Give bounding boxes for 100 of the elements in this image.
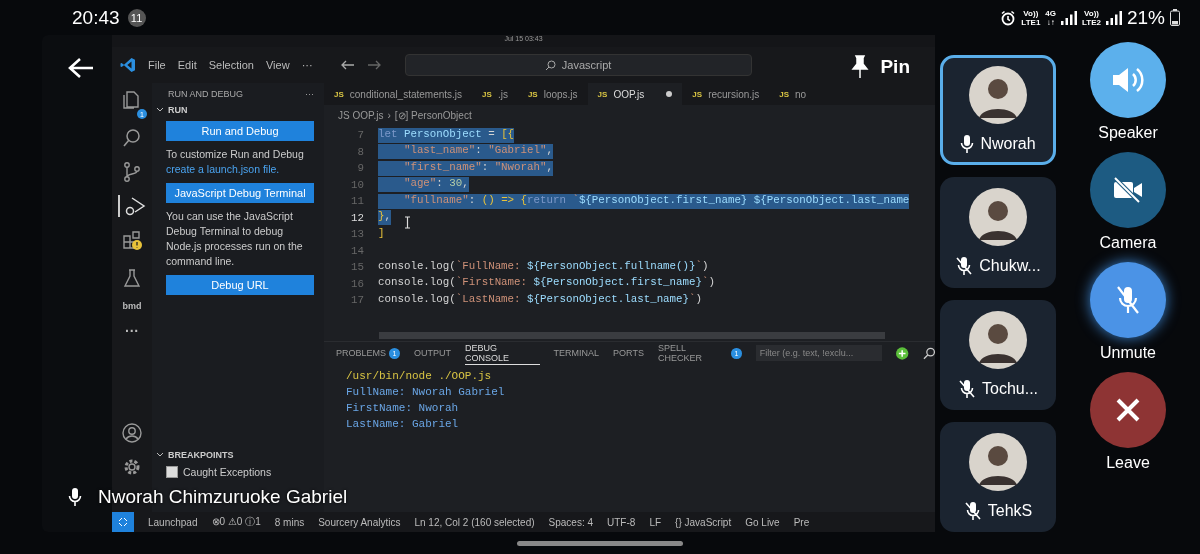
action-button[interactable]: JavaScript Debug Terminal xyxy=(166,183,314,203)
status-item[interactable]: ⊗0 ⚠0 ⓘ1 xyxy=(211,515,261,529)
panel-tab[interactable]: PORTS xyxy=(613,342,644,364)
status-item[interactable]: LF xyxy=(649,516,662,528)
breadcrumb-separator: › xyxy=(387,109,391,121)
flask-icon[interactable] xyxy=(121,267,143,289)
panel-tab[interactable]: DEBUG CONSOLE xyxy=(465,341,540,365)
file-tab[interactable]: JS OOP.js xyxy=(587,83,683,105)
menu-item[interactable]: File xyxy=(148,59,166,71)
menu-item[interactable]: View xyxy=(265,59,290,71)
status-item[interactable]: 8 mins xyxy=(274,516,305,528)
presenter-name: Nworah Chimzuruoke Gabriel xyxy=(98,486,348,508)
line-number: 10 xyxy=(350,178,365,191)
action-button[interactable]: Run and Debug xyxy=(166,121,314,141)
code-line: console.log(`FullName: ${PersonObject.fullname()}`) xyxy=(378,259,709,274)
status-item[interactable]: Launchpad xyxy=(148,516,198,528)
panel-tab[interactable]: TERMINAL xyxy=(553,342,600,364)
account-icon[interactable] xyxy=(121,422,143,444)
console-line: LastName: Gabriel xyxy=(346,417,460,432)
network-indicator: Vo)) LTE1 xyxy=(1021,8,1041,27)
breadcrumb-item[interactable]: JS OOP.js xyxy=(338,109,384,121)
help-text: To customize Run and Debug create a launch.json file. xyxy=(166,147,305,177)
status-item[interactable]: Go Live xyxy=(745,516,780,528)
participant-name: Nworah xyxy=(980,135,1036,154)
file-tab[interactable]: JS conditional_statements.js xyxy=(324,83,473,105)
signal-icon xyxy=(1061,10,1077,25)
participant-tile[interactable]: Tochu... xyxy=(940,299,1056,410)
file-tab[interactable]: JS loops.js xyxy=(517,83,588,105)
avatar-icon xyxy=(969,66,1027,125)
pin-button[interactable]: Pin xyxy=(850,55,910,79)
add-icon[interactable] xyxy=(896,346,909,360)
code-line: ] xyxy=(378,226,385,241)
editor-logo-icon xyxy=(120,57,136,73)
battery-icon xyxy=(1170,9,1180,26)
scrollbar[interactable] xyxy=(379,332,885,339)
participant-tile[interactable]: Chukw... xyxy=(940,177,1056,288)
status-item[interactable]: Ln 12, Col 2 (160 selected) xyxy=(414,516,535,528)
checkbox[interactable] xyxy=(166,466,178,478)
filter-field[interactable]: Filter (e.g. text, !exclu... xyxy=(755,345,883,361)
remote-icon[interactable] xyxy=(112,512,134,532)
alarm-icon xyxy=(1000,9,1017,26)
line-number: 12 xyxy=(350,211,365,224)
status-item[interactable]: Sourcery Analytics xyxy=(318,516,401,528)
line-number: 7 xyxy=(356,129,365,142)
back-arrow-icon[interactable] xyxy=(340,60,355,70)
code-line: console.log(`FirstName: ${PersonObject.first_name}`) xyxy=(378,276,715,291)
avatar-icon xyxy=(969,310,1027,369)
panel-tab[interactable]: OUTPUT xyxy=(414,342,451,364)
section-title[interactable]: BREAKPOINTS xyxy=(168,450,234,460)
menu-item[interactable]: Edit xyxy=(177,59,197,71)
status-item[interactable]: {} JavaScript xyxy=(675,516,732,528)
line-number: 9 xyxy=(356,162,365,175)
action-button[interactable]: Debug URL xyxy=(166,275,314,295)
avatar-icon xyxy=(969,188,1027,247)
chevron-icon[interactable] xyxy=(156,452,164,458)
search-icon[interactable] xyxy=(922,346,935,360)
status-item[interactable]: UTF-8 xyxy=(607,516,636,528)
status-item[interactable]: Spaces: 4 xyxy=(548,516,594,528)
breadcrumb-item[interactable]: [⊘] PersonObject xyxy=(394,109,472,121)
forward-arrow-icon[interactable] xyxy=(366,60,381,70)
console-line: FirstName: Nworah xyxy=(346,401,460,416)
control-label: Speaker xyxy=(1098,124,1158,142)
participant-tile[interactable]: TehkS xyxy=(940,421,1056,532)
file-tab[interactable]: JS .js xyxy=(472,83,518,105)
network-indicator: 4G ↓↑ xyxy=(1045,8,1056,27)
control-label: Camera xyxy=(1099,234,1157,252)
more-icon[interactable]: ··· xyxy=(125,323,139,339)
section-title[interactable]: RUN xyxy=(168,105,188,115)
file-tab[interactable]: JS no xyxy=(769,83,817,105)
battery-level: 21% xyxy=(1126,6,1165,29)
home-indicator[interactable] xyxy=(517,540,683,546)
create-launch-link[interactable]: create a launch.json file. xyxy=(166,163,280,175)
mic-button[interactable] xyxy=(1090,262,1166,338)
control-label: Leave xyxy=(1106,454,1150,472)
line-number: 16 xyxy=(350,277,365,290)
chevron-icon[interactable] xyxy=(156,107,164,113)
help-text: You can use the JavaScript Debug Terminal to debug Node.js processes run on the command line. xyxy=(166,209,304,269)
participant-name: TehkS xyxy=(987,501,1033,520)
menu-item[interactable]: ··· xyxy=(301,59,313,71)
signal-icon xyxy=(1105,10,1122,25)
participant-name: Tochu... xyxy=(982,379,1038,398)
speaker-icon xyxy=(1111,65,1145,95)
run-debug-icon[interactable] xyxy=(118,195,146,217)
line-number: 8 xyxy=(356,145,365,158)
code-line: console.log(`LastName: ${PersonObject.last_name}`) xyxy=(378,292,702,307)
line-number: 11 xyxy=(350,195,365,208)
search-icon[interactable] xyxy=(121,127,143,149)
line-number: 13 xyxy=(350,228,365,241)
avatar-icon xyxy=(969,432,1027,491)
text-cursor-icon xyxy=(404,216,411,229)
console-line: /usr/bin/node ./OOP.js xyxy=(346,369,493,384)
menu-item[interactable]: Selection xyxy=(208,59,254,71)
checkbox-label[interactable]: Caught Exceptions xyxy=(183,466,272,478)
command-search-field[interactable]: Javascript xyxy=(404,54,752,76)
participant-tile[interactable]: Nworah xyxy=(940,55,1056,166)
more-icon[interactable]: ··· xyxy=(305,89,314,99)
activity-label[interactable]: bmd xyxy=(122,301,142,311)
file-tab[interactable]: JS recursion.js xyxy=(682,83,770,105)
branch-icon[interactable] xyxy=(121,161,143,183)
status-item[interactable]: Pre xyxy=(793,516,810,528)
